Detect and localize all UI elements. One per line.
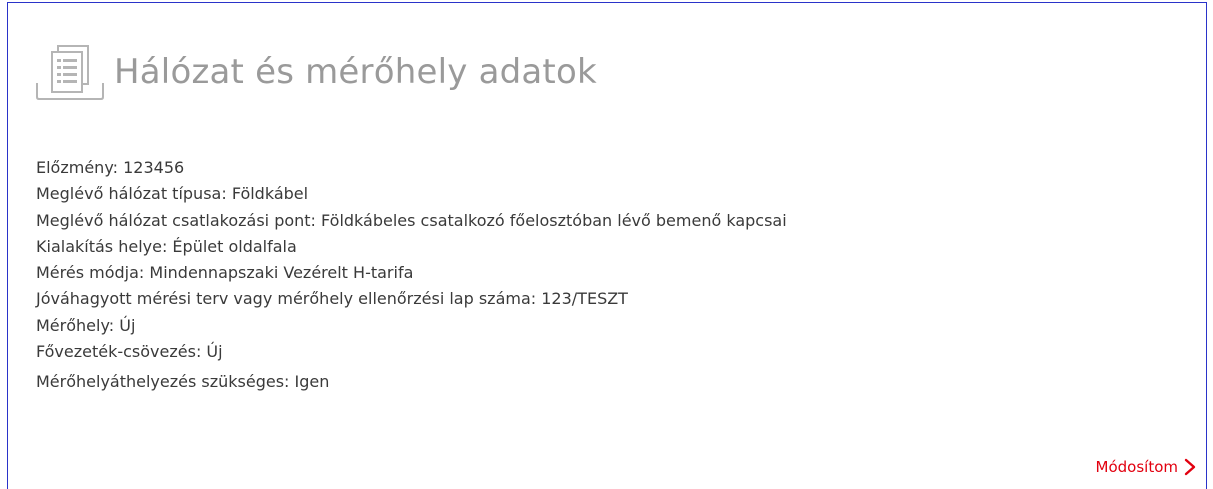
detail-metering-mode: Mérés módja: Mindennapszaki Vezérelt H-t… [36,263,414,283]
detail-approved-plan-number: Jóváhagyott mérési terv vagy mérőhely el… [36,289,628,309]
modify-label: Módosítom [1095,458,1178,476]
detail-previous: Előzmény: 123456 [36,158,185,177]
detail-relocation-needed: Mérőhelyáthelyezés szükséges: Igen [36,372,330,392]
details-list: Előzmény: 123456 Meglévő hálózat típusa:… [36,155,1186,396]
detail-installation-place: Kialakítás helye: Épület oldalfala [36,236,297,256]
document-list-icon [36,45,104,100]
detail-network-type: Meglévő hálózat típusa: Földkábel [36,184,309,204]
modify-button[interactable]: Módosítom [1096,458,1196,476]
network-metering-panel: Hálózat és mérőhely adatok Előzmény: 123… [7,2,1207,489]
detail-metering-point: Mérőhely: Új [36,315,136,335]
section-title: Hálózat és mérőhely adatok [114,52,597,92]
detail-connection-point: Meglévő hálózat csatlakozási pont: Földk… [36,210,787,230]
chevron-right-icon [1184,458,1196,476]
detail-main-line-conduit: Fővezeték-csövezés: Új [36,342,223,362]
section-header: Hálózat és mérőhely adatok [34,43,597,101]
